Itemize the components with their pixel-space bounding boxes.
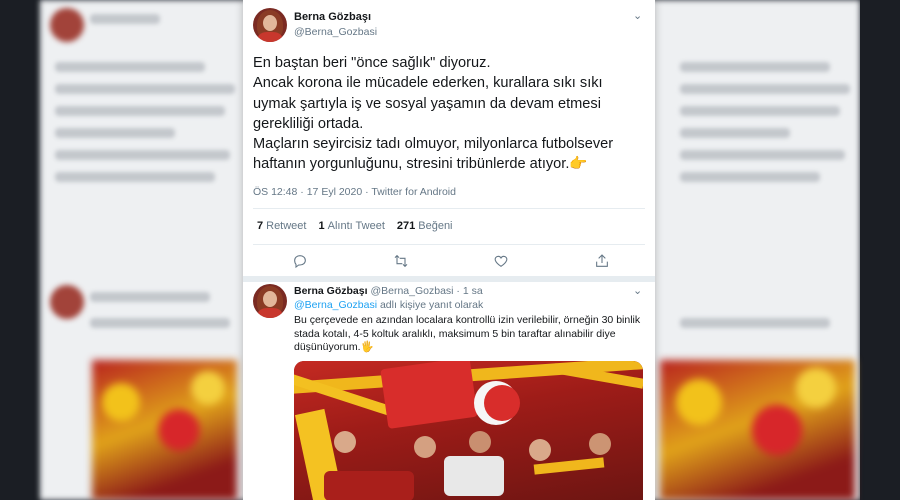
background-edge-left: [0, 0, 40, 500]
likes-stat[interactable]: 271 Beğeni: [397, 220, 453, 232]
chevron-down-icon[interactable]: ⌄: [633, 9, 642, 22]
reply-line-text: düşünüyorum.: [294, 341, 361, 354]
reply-header: Berna Gözbaşı @Berna_Gozbasi · 1 sa: [294, 285, 483, 297]
tweet-meta: ÖS 12:48 · 17 Eyl 2020 · Twitter for And…: [253, 186, 456, 198]
background-text: [680, 318, 830, 328]
tweet-photo[interactable]: [294, 361, 643, 500]
background-text: [680, 150, 845, 160]
divider: [253, 208, 645, 209]
background-text: [55, 106, 225, 116]
tweet-time[interactable]: ÖS 12:48: [253, 186, 297, 198]
tweet-stats: 7 Retweet 1 Alıntı Tweet 271 Beğeni: [257, 220, 453, 232]
tweet-text: En baştan beri "önce sağlık" diyoruz. An…: [253, 53, 653, 175]
reply-line: stada kotalı, 4-5 koltuk aralıklı, maksi…: [294, 327, 616, 340]
background-photo: [660, 360, 855, 500]
quotes-stat[interactable]: 1 Alıntı Tweet: [318, 220, 384, 232]
background-text: [90, 292, 210, 302]
background-text: [680, 62, 830, 72]
reply-mention-link[interactable]: @Berna_Gozbasi: [294, 299, 377, 311]
retweets-count: 7: [257, 220, 264, 232]
reply-age[interactable]: 1 sa: [463, 285, 483, 297]
avatar[interactable]: [253, 8, 287, 42]
background-text: [90, 318, 230, 328]
tweet-line-text: haftanın yorgunluğunu, stresini tribünle…: [253, 156, 570, 173]
reply-icon[interactable]: [291, 252, 309, 270]
background-avatar: [50, 8, 84, 42]
tweet-line: gerekliliği ortada.: [253, 115, 364, 132]
pointing-hand-icon: 👉: [569, 156, 588, 173]
reply-author-handle[interactable]: @Berna_Gozbasi: [370, 285, 453, 297]
background-text: [680, 106, 840, 116]
background-photo: [92, 360, 237, 500]
retweets-label: Retweet: [266, 220, 307, 232]
tweet-line: uymak şartıyla iş ve sosyal yaşamın da d…: [253, 95, 601, 112]
share-icon[interactable]: [593, 252, 611, 270]
background-text: [680, 172, 820, 182]
likes-count: 271: [396, 220, 416, 232]
retweet-icon[interactable]: [392, 252, 410, 270]
reply-author-name[interactable]: Berna Gözbaşı: [294, 285, 368, 297]
background-text: [55, 172, 215, 182]
raised-hand-icon: 🖐: [360, 341, 374, 354]
tweet-line: En baştan beri "önce sağlık" diyoruz.: [253, 55, 491, 71]
quotes-label: Alıntı Tweet: [327, 220, 385, 232]
tweet-line: Maçların seyircisiz tadı olmuyor, milyon…: [253, 136, 614, 153]
reply-line: Bu çerçevede en azından localara kontrol…: [294, 314, 641, 326]
reply-suffix: adlı kişiye yanıt olarak: [379, 299, 484, 311]
tweet-source[interactable]: Twitter for Android: [371, 186, 456, 198]
background-text: [55, 150, 230, 160]
quotes-count: 1: [318, 220, 325, 232]
like-icon[interactable]: [492, 252, 510, 270]
replying-to: @Berna_Gozbasi adlı kişiye yanıt olarak: [294, 299, 483, 311]
background-text: [55, 62, 205, 72]
section-separator: [243, 276, 655, 282]
reply-text: Bu çerçevede en azından localara kontrol…: [294, 314, 644, 355]
background-edge-right: [860, 0, 900, 500]
reply-line: düşünüyorum.🖐: [294, 341, 644, 355]
likes-label: Beğeni: [418, 220, 453, 232]
background-text: [680, 128, 790, 138]
tweet-line: Ancak korona ile mücadele ederken, kural…: [253, 75, 603, 92]
divider: [253, 244, 645, 245]
background-text: [680, 84, 850, 94]
tweet-actions: [291, 252, 611, 270]
reply-avatar[interactable]: [253, 284, 287, 318]
retweets-stat[interactable]: 7 Retweet: [257, 220, 306, 232]
background-text: [90, 14, 160, 24]
tweet-line: haftanın yorgunluğunu, stresini tribünle…: [253, 154, 653, 174]
author-handle[interactable]: @Berna_Gozbasi: [294, 26, 377, 38]
background-text: [55, 128, 175, 138]
tweet-card: Berna Gözbaşı @Berna_Gozbasi ⌄ En baştan…: [243, 0, 655, 500]
background-avatar: [50, 285, 84, 319]
author-name[interactable]: Berna Gözbaşı: [294, 11, 371, 23]
chevron-down-icon[interactable]: ⌄: [633, 284, 642, 297]
tweet-date[interactable]: 17 Eyl 2020: [307, 186, 362, 198]
background-text: [55, 84, 235, 94]
